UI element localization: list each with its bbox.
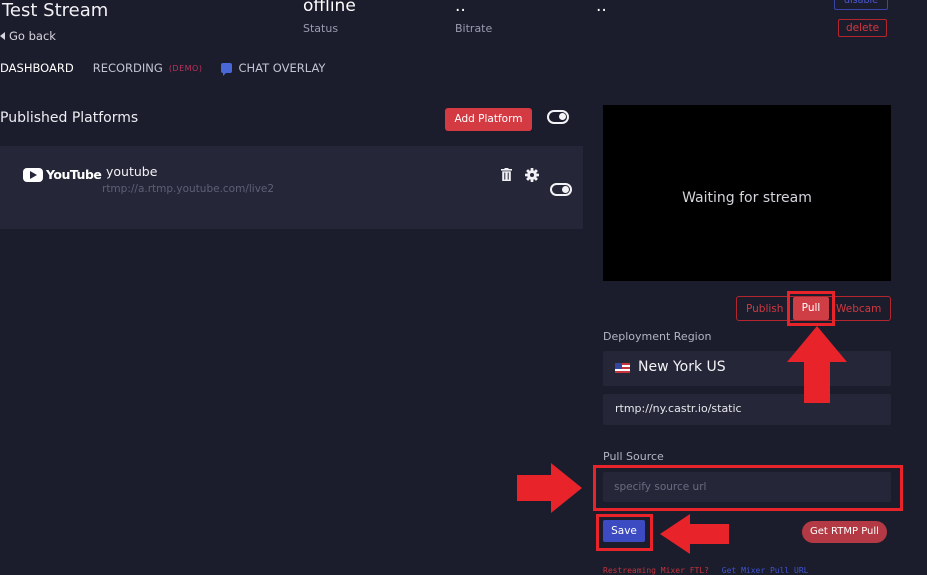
up-arrow-annotation: [787, 326, 847, 403]
chat-icon: [221, 63, 233, 76]
published-platforms-title: Published Platforms: [0, 110, 139, 126]
deployment-region-label: Deployment Region: [603, 330, 712, 343]
rtmp-url-value: rtmp://ny.castr.io/static: [615, 402, 742, 415]
bitrate-label: Bitrate: [455, 22, 493, 35]
us-flag-icon: [615, 363, 630, 373]
platform-url: rtmp://a.rtmp.youtube.com/live2: [102, 183, 275, 195]
get-rtmp-pull-button[interactable]: Get RTMP Pull: [802, 521, 887, 543]
stream-title: Test Stream: [2, 0, 109, 21]
youtube-logo: YouTube: [23, 167, 102, 182]
region-value: New York US: [638, 359, 726, 375]
youtube-play-icon: [23, 167, 43, 182]
gear-icon[interactable]: [525, 168, 539, 182]
tab-chat-overlay-label: CHAT OVERLAY: [238, 61, 326, 75]
pull-source-label: Pull Source: [603, 450, 664, 463]
back-arrow-icon: [0, 32, 5, 40]
footer-links: Restreaming Mixer FTL? Get Mixer Pull UR…: [603, 566, 809, 575]
go-back-label: Go back: [9, 29, 56, 43]
delete-button[interactable]: delete: [838, 19, 887, 37]
left-arrow-annotation: [660, 514, 729, 554]
pull-source-highlight-box: [593, 465, 903, 511]
tab-dashboard-label: DASHBOARD: [0, 61, 74, 75]
mixer-pull-url-link[interactable]: Get Mixer Pull URL: [722, 566, 809, 575]
tab-dashboard[interactable]: DASHBOARD: [0, 61, 74, 75]
add-platform-button[interactable]: Add Platform: [445, 108, 532, 131]
demo-badge: (DEMO): [168, 63, 203, 73]
status-label: Status: [303, 22, 339, 35]
mixer-ftl-text: Restreaming Mixer FTL?: [603, 566, 709, 575]
mode-publish-button[interactable]: Publish: [746, 303, 783, 315]
stat-value-3: ..: [596, 0, 607, 16]
platform-name: youtube: [106, 164, 158, 179]
mode-webcam-button[interactable]: Webcam: [836, 303, 881, 315]
go-back-link[interactable]: Go back: [0, 29, 56, 43]
platform-card: [0, 146, 583, 229]
pull-highlight-box: [787, 291, 835, 326]
trash-icon[interactable]: [501, 168, 512, 181]
bitrate-value: ..: [455, 0, 466, 16]
tab-bar: DASHBOARD RECORDING (DEMO) CHAT OVERLAY: [0, 61, 344, 76]
tab-recording-label: RECORDING: [92, 61, 163, 75]
status-value: offline: [303, 0, 356, 16]
youtube-logo-text: YouTube: [46, 167, 102, 182]
right-arrow-annotation: [517, 463, 582, 513]
disable-button[interactable]: disable: [834, 0, 888, 10]
platform-toggle[interactable]: [550, 183, 572, 196]
save-highlight-box: [596, 514, 653, 551]
platforms-toggle[interactable]: [547, 110, 569, 124]
tab-chat-overlay[interactable]: CHAT OVERLAY: [221, 61, 326, 76]
tab-recording[interactable]: RECORDING (DEMO): [93, 61, 203, 75]
preview-waiting-text: Waiting for stream: [682, 190, 812, 206]
